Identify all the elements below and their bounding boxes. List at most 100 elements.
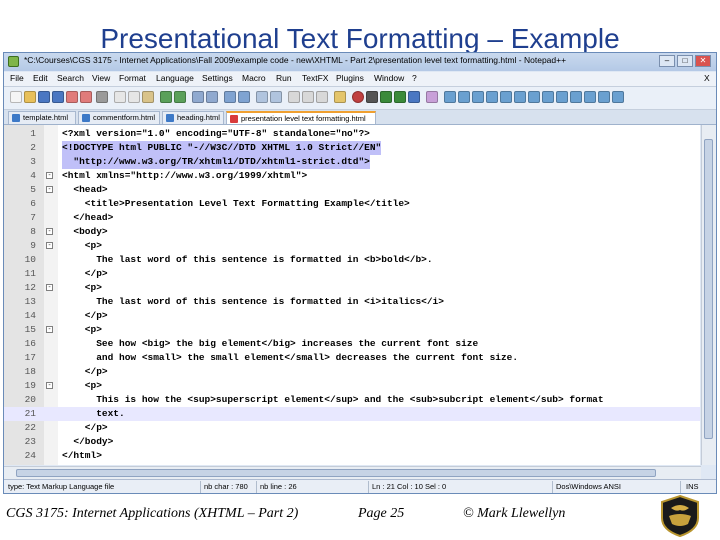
minimize-button[interactable]: – [659, 55, 675, 67]
plugin-icon-6[interactable] [514, 91, 526, 103]
menu-settings[interactable]: Settings [202, 73, 233, 83]
user-define-icon[interactable] [334, 91, 346, 103]
code-line[interactable]: 3 "http://www.w3.org/TR/xhtml1/DTD/xhtml… [4, 155, 700, 169]
code-line[interactable]: 14 </p> [4, 309, 700, 323]
plugin-icon-10[interactable] [570, 91, 582, 103]
code-line[interactable]: 23 </body> [4, 435, 700, 449]
window-titlebar[interactable]: *C:\Courses\CGS 3175 - Internet Applicat… [4, 53, 716, 71]
cut-icon[interactable] [114, 91, 126, 103]
code-line[interactable]: 18 </p> [4, 365, 700, 379]
fold-toggle-icon[interactable]: - [46, 242, 53, 249]
fold-toggle-icon[interactable]: - [46, 284, 53, 291]
menu-run[interactable]: Run [276, 73, 292, 83]
menu-window[interactable]: Window [374, 73, 404, 83]
menu-language[interactable]: Language [156, 73, 194, 83]
code-line[interactable]: 9 - <p> [4, 239, 700, 253]
stop-macro-icon[interactable] [366, 91, 378, 103]
record-macro-icon[interactable] [352, 91, 364, 103]
code-line[interactable]: 21 text. [4, 407, 700, 421]
code-line[interactable]: 22 </p> [4, 421, 700, 435]
word-wrap-icon[interactable] [288, 91, 300, 103]
plugin-icon-7[interactable] [528, 91, 540, 103]
code-line[interactable]: 8 - <body> [4, 225, 700, 239]
code-line[interactable]: 6 <title>Presentation Level Text Formatt… [4, 197, 700, 211]
menu-edit[interactable]: Edit [33, 73, 48, 83]
tab-heading-html[interactable]: heading.html [162, 111, 224, 124]
tab-presentation-level-text-formatting-html[interactable]: presentation level text formatting.html [226, 111, 376, 124]
sync-vertical-icon[interactable] [256, 91, 268, 103]
undo-icon[interactable] [160, 91, 172, 103]
replace-icon[interactable] [206, 91, 218, 103]
fold-toggle-icon[interactable]: - [46, 186, 53, 193]
code-line[interactable]: 4 - <html xmlns="http://www.w3.org/1999/xh… [4, 169, 700, 183]
code-line[interactable]: 24 </html> [4, 449, 700, 463]
code-editor[interactable]: 1 <?xml version="1.0" encoding="UTF-8" st… [4, 125, 700, 465]
maximize-button[interactable]: □ [677, 55, 693, 67]
menu-view[interactable]: View [92, 73, 110, 83]
fold-toggle-icon[interactable]: - [46, 228, 53, 235]
tab-template-html[interactable]: template.html [8, 111, 76, 124]
plugin-icon-1[interactable] [444, 91, 456, 103]
horizontal-scrollbar[interactable] [4, 466, 701, 479]
fold-toggle-icon[interactable]: - [46, 172, 53, 179]
menu-format[interactable]: Format [119, 73, 146, 83]
code-line[interactable]: 2 <!DOCTYPE html PUBLIC "-//W3C//DTD XHTM… [4, 141, 700, 155]
open-file-icon[interactable] [24, 91, 36, 103]
code-line[interactable]: 12 - <p> [4, 281, 700, 295]
plugin-icon-2[interactable] [458, 91, 470, 103]
close-window-button[interactable]: ✕ [695, 55, 711, 67]
plugin-icon-12[interactable] [598, 91, 610, 103]
menu-plugins[interactable]: Plugins [336, 73, 364, 83]
spell-check-icon[interactable] [426, 91, 438, 103]
save-all-icon[interactable] [52, 91, 64, 103]
horizontal-scroll-thumb[interactable] [16, 469, 656, 477]
fold-toggle-icon[interactable]: - [46, 326, 53, 333]
code-line[interactable]: 13 The last word of this sentence is for… [4, 295, 700, 309]
close-all-icon[interactable] [80, 91, 92, 103]
code-line[interactable]: 10 The last word of this sentence is for… [4, 253, 700, 267]
code-line[interactable]: 20 This is how the <sup>superscript elem… [4, 393, 700, 407]
code-line[interactable]: 5 - <head> [4, 183, 700, 197]
code-line[interactable]: 11 </p> [4, 267, 700, 281]
paste-icon[interactable] [142, 91, 154, 103]
code-line[interactable]: 16 See how <big> the big element</big> i… [4, 337, 700, 351]
menu-bar: File Edit Search View Format Language Se… [4, 72, 716, 87]
code-line[interactable]: 7 </head> [4, 211, 700, 225]
code-line[interactable]: 15 - <p> [4, 323, 700, 337]
new-file-icon[interactable] [10, 91, 22, 103]
zoom-out-icon[interactable] [238, 91, 250, 103]
save-macro-icon[interactable] [408, 91, 420, 103]
plugin-icon-8[interactable] [542, 91, 554, 103]
menu-textfx[interactable]: TextFX [302, 73, 328, 83]
sync-horizontal-icon[interactable] [270, 91, 282, 103]
find-icon[interactable] [192, 91, 204, 103]
plugin-icon-9[interactable] [556, 91, 568, 103]
code-line[interactable]: 19 - <p> [4, 379, 700, 393]
menu-help[interactable]: ? [412, 73, 417, 83]
fold-toggle-icon[interactable]: - [46, 382, 53, 389]
tab-commentform-html[interactable]: commentform.html [78, 111, 160, 124]
indent-guide-icon[interactable] [316, 91, 328, 103]
menu-search[interactable]: Search [57, 73, 84, 83]
vertical-scroll-thumb[interactable] [704, 139, 713, 439]
save-icon[interactable] [38, 91, 50, 103]
show-all-chars-icon[interactable] [302, 91, 314, 103]
vertical-scrollbar[interactable] [701, 125, 716, 465]
print-icon[interactable] [96, 91, 108, 103]
copy-icon[interactable] [128, 91, 140, 103]
menu-file[interactable]: File [10, 73, 24, 83]
code-line[interactable]: 17 and how <small> the small element</sm… [4, 351, 700, 365]
plugin-icon-11[interactable] [584, 91, 596, 103]
zoom-in-icon[interactable] [224, 91, 236, 103]
run-macro-multiple-icon[interactable] [394, 91, 406, 103]
plugin-icon-3[interactable] [472, 91, 484, 103]
menu-macro[interactable]: Macro [242, 73, 266, 83]
redo-icon[interactable] [174, 91, 186, 103]
code-line[interactable]: 1 <?xml version="1.0" encoding="UTF-8" st… [4, 127, 700, 141]
play-macro-icon[interactable] [380, 91, 392, 103]
plugin-icon-13[interactable] [612, 91, 624, 103]
plugin-icon-4[interactable] [486, 91, 498, 103]
close-icon[interactable] [66, 91, 78, 103]
close-document-button[interactable]: X [704, 73, 710, 83]
plugin-icon-5[interactable] [500, 91, 512, 103]
